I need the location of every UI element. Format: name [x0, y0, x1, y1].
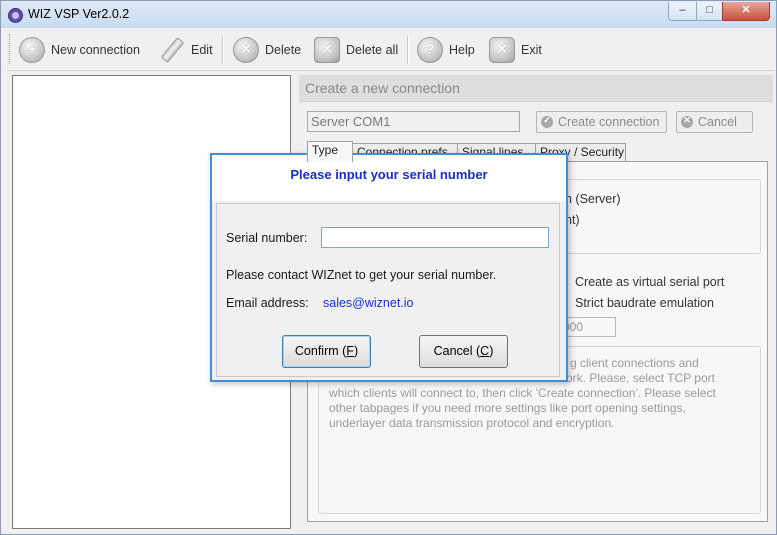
- toolbar: + New connection Edit ✕ Delete ✕ Delete …: [7, 30, 774, 71]
- server-option-label: n (Server): [565, 192, 621, 206]
- toolbar-grip: [9, 34, 13, 64]
- serial-number-dialog: Please input your serial number Serial n…: [210, 153, 568, 382]
- strict-baudrate-checkbox-label[interactable]: Strict baudrate emulation: [575, 296, 714, 310]
- help-icon: ?: [417, 37, 443, 63]
- tab-type[interactable]: Type: [307, 141, 353, 162]
- cancel-label: Cancel (: [433, 344, 481, 358]
- email-label: Email address:: [226, 296, 309, 310]
- confirm-accel-key: F: [346, 344, 354, 358]
- connection-name-field[interactable]: Server COM1: [307, 111, 520, 132]
- serial-number-label: Serial number:: [226, 231, 308, 245]
- cancel-connection-button[interactable]: Cancel: [676, 111, 753, 133]
- exit-label: Exit: [521, 43, 542, 57]
- panel-header: Create a new connection: [299, 75, 773, 102]
- toolbar-separator: [407, 36, 409, 64]
- maximize-button[interactable]: □: [696, 2, 723, 21]
- dialog-title: Please input your serial number: [212, 155, 566, 201]
- delete-all-button[interactable]: ✕ Delete all: [314, 34, 398, 66]
- contact-text: Please contact WIZnet to get your serial…: [226, 268, 497, 282]
- create-connection-label: Create connection: [558, 115, 660, 129]
- serial-number-input[interactable]: [321, 227, 549, 248]
- check-icon: [541, 115, 553, 128]
- description-line-3: underlayer data transmission protocol an…: [329, 416, 615, 430]
- close-button[interactable]: ✕: [722, 2, 770, 21]
- window-title: WIZ VSP Ver2.0.2: [28, 7, 130, 21]
- new-connection-button[interactable]: + New connection: [19, 34, 140, 66]
- description-partial-2: ork. Please, select TCP port: [566, 371, 715, 385]
- delete-all-label: Delete all: [346, 43, 399, 57]
- exit-icon: ✕: [489, 37, 515, 63]
- eraser-icon: ✕: [314, 37, 340, 63]
- cancel-connection-label: Cancel: [698, 115, 737, 129]
- delete-icon: ✕: [233, 37, 259, 63]
- app-icon: [8, 8, 23, 23]
- exit-button[interactable]: ✕ Exit: [489, 34, 542, 66]
- title-bar[interactable]: WIZ VSP Ver2.0.2 – □ ✕: [1, 1, 776, 28]
- help-label: Help: [449, 43, 475, 57]
- pencil-icon: [159, 37, 185, 63]
- create-connection-button[interactable]: Create connection: [536, 111, 667, 133]
- toolbar-separator: [222, 36, 224, 64]
- email-link[interactable]: sales@wiznet.io: [323, 296, 414, 310]
- minimize-button[interactable]: –: [668, 2, 697, 21]
- plus-icon: +: [19, 37, 45, 63]
- description-partial-1: g client connections and: [570, 356, 699, 370]
- delete-label: Delete: [265, 43, 302, 57]
- help-button[interactable]: ? Help: [417, 34, 475, 66]
- description-line-1: which clients will connect to, then clic…: [329, 386, 716, 400]
- edit-label: Edit: [191, 43, 213, 57]
- edit-button[interactable]: Edit: [159, 34, 213, 66]
- dialog-cancel-button[interactable]: Cancel (C): [419, 335, 508, 368]
- cancel-accel-key: C: [480, 344, 490, 358]
- confirm-label: Confirm (: [294, 344, 347, 358]
- confirm-paren: ): [353, 344, 359, 358]
- cancel-paren: ): [489, 344, 494, 358]
- confirm-button[interactable]: Confirm (F): [282, 335, 371, 368]
- delete-button[interactable]: ✕ Delete: [233, 34, 301, 66]
- panel-header-title: Create a new connection: [305, 80, 460, 96]
- description-line-2: other tabpages if you need more settings…: [329, 401, 686, 415]
- virtual-port-checkbox-label[interactable]: Create as virtual serial port: [575, 275, 724, 289]
- cancel-icon: [681, 115, 693, 128]
- dialog-body: Serial number: Please contact WIZnet to …: [216, 203, 560, 377]
- new-connection-label: New connection: [51, 43, 140, 57]
- main-window: WIZ VSP Ver2.0.2 – □ ✕ + New connection …: [0, 0, 777, 535]
